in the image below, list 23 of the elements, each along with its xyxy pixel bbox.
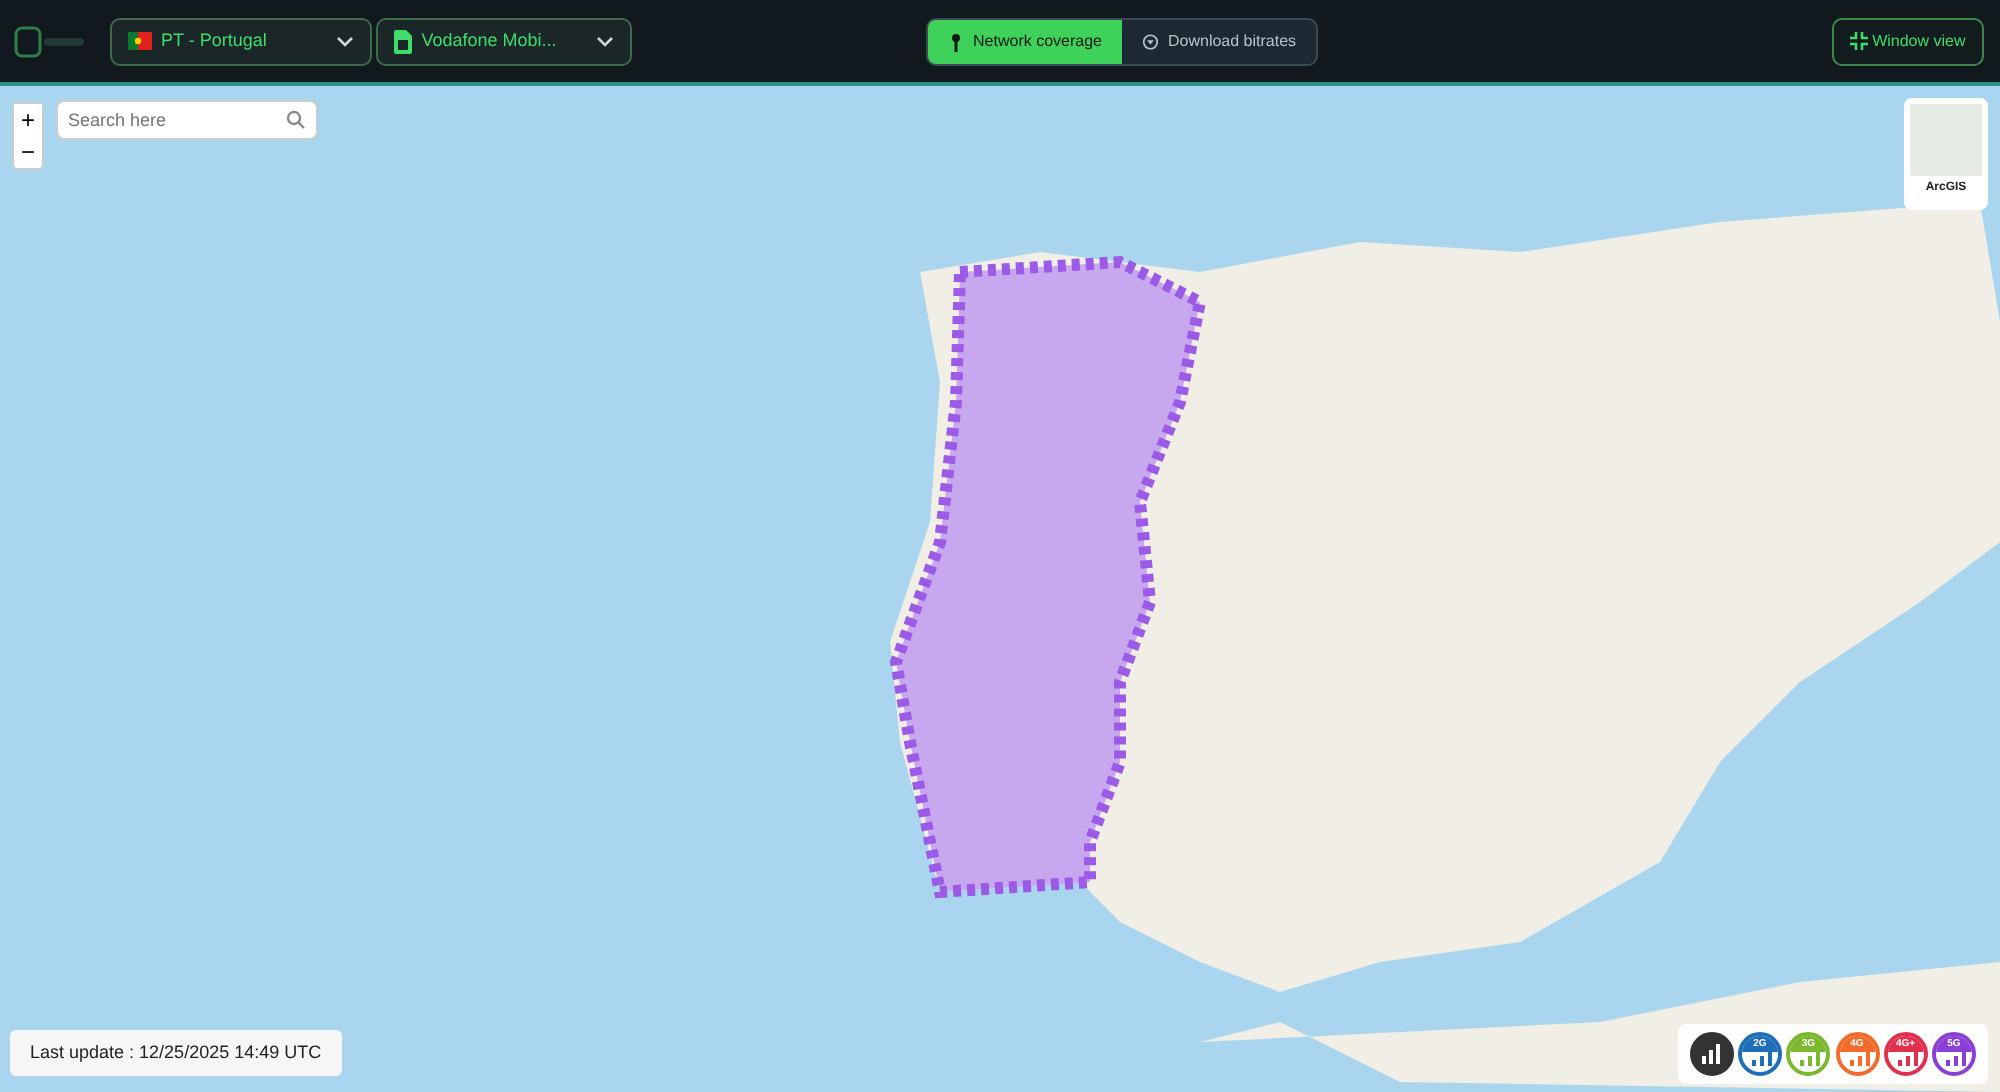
search-field[interactable]: Search here — [56, 100, 318, 140]
signal-bars-icon — [1897, 1050, 1918, 1066]
download-icon — [1142, 31, 1159, 51]
bars-icon — [1699, 1041, 1724, 1066]
collapse-icon — [1849, 32, 1868, 50]
country-dropdown[interactable]: PT - Portugal — [110, 17, 372, 65]
antenna-icon — [948, 31, 965, 51]
basemap-thumbnail — [1910, 104, 1982, 176]
flag-icon — [128, 32, 152, 50]
signal-bars-icon — [1849, 1050, 1869, 1066]
chevron-down-icon — [336, 35, 354, 47]
sim-card-icon — [394, 29, 413, 53]
signal-bars-icon — [1800, 1050, 1821, 1066]
operator-dropdown[interactable]: Vodafone Mobi... — [376, 17, 633, 65]
coverage-layers-button[interactable] — [1689, 1032, 1734, 1076]
view-tab[interactable]: Download bitrates — [1122, 19, 1317, 63]
signal-bars-icon — [1752, 1050, 1772, 1066]
last-update-label: Last update : 12/25/2025 14:49 UTC — [10, 1029, 342, 1076]
window-view-button[interactable]: Window view — [1831, 17, 1984, 65]
signal-bars-icon — [1946, 1050, 1966, 1066]
search-icon — [286, 110, 306, 130]
chevron-down-icon — [596, 35, 615, 47]
view-tab[interactable]: Network coverage — [928, 19, 1123, 63]
